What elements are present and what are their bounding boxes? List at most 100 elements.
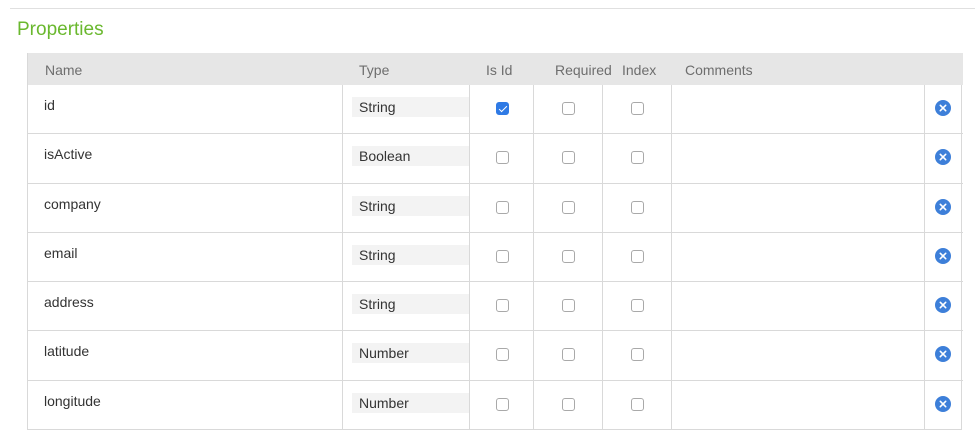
table-row: id String <box>28 85 963 135</box>
required-cell <box>534 282 603 331</box>
comments-cell[interactable] <box>672 331 925 380</box>
delete-cell <box>925 134 963 182</box>
table-row: longitude Number <box>28 380 963 431</box>
delete-row-button[interactable] <box>935 198 951 215</box>
required-cell <box>534 134 603 183</box>
property-name: company <box>44 195 101 212</box>
name-cell[interactable]: id <box>28 85 343 134</box>
header-name: Name <box>45 62 83 78</box>
type-cell: Boolean <box>343 134 470 183</box>
index-checkbox[interactable] <box>631 397 644 411</box>
index-cell <box>603 331 672 380</box>
property-name: address <box>44 294 94 311</box>
header-comments: Comments <box>685 62 753 78</box>
comments-cell[interactable] <box>672 282 925 331</box>
is-id-checkbox[interactable] <box>496 348 509 362</box>
comments-cell[interactable] <box>672 85 925 134</box>
delete-cell <box>925 233 963 281</box>
close-circle-icon <box>939 153 947 161</box>
type-cell: String <box>343 85 470 134</box>
table-row: latitude Number <box>28 331 963 381</box>
required-checkbox[interactable] <box>562 299 575 313</box>
required-cell <box>534 331 603 380</box>
comments-cell[interactable] <box>672 232 925 282</box>
type-field[interactable]: Number <box>352 392 469 413</box>
delete-row-button[interactable] <box>935 346 951 363</box>
comments-cell[interactable] <box>672 134 925 183</box>
name-cell[interactable]: longitude <box>28 380 343 431</box>
index-checkbox[interactable] <box>631 249 644 263</box>
delete-row-button[interactable] <box>935 395 951 412</box>
close-circle-icon <box>939 400 947 408</box>
property-name: longitude <box>44 392 101 409</box>
name-cell[interactable]: email <box>28 232 343 282</box>
type-cell: Number <box>343 380 470 431</box>
property-name: isActive <box>44 146 93 163</box>
required-checkbox[interactable] <box>562 102 575 115</box>
name-cell[interactable]: isActive <box>28 134 343 183</box>
type-field[interactable]: Number <box>352 343 469 364</box>
index-checkbox[interactable] <box>631 200 644 214</box>
is-id-cell <box>470 282 534 331</box>
is-id-checkbox[interactable] <box>496 397 509 411</box>
index-checkbox[interactable] <box>631 151 644 165</box>
type-field[interactable]: String <box>352 294 469 315</box>
properties-table: Name Type Is Id Required Index Comments … <box>27 53 963 431</box>
property-name: email <box>44 244 78 261</box>
table-body: id String isActive Boolean company String emai… <box>28 85 963 431</box>
type-field[interactable]: Boolean <box>352 146 469 167</box>
type-field[interactable]: String <box>352 195 469 216</box>
index-checkbox[interactable] <box>631 102 644 115</box>
section-title: Properties <box>17 19 104 40</box>
table-row: email String <box>28 232 963 283</box>
required-checkbox[interactable] <box>562 249 575 263</box>
required-checkbox[interactable] <box>562 151 575 165</box>
property-name: id <box>44 97 55 113</box>
name-cell[interactable]: latitude <box>28 331 343 380</box>
close-circle-icon <box>939 104 947 112</box>
header-required: Required <box>555 62 612 78</box>
type-cell: String <box>343 282 470 331</box>
index-cell <box>603 232 672 282</box>
is-id-checkbox[interactable] <box>496 151 509 165</box>
is-id-checkbox[interactable] <box>496 249 509 263</box>
index-cell <box>603 282 672 331</box>
required-cell <box>534 85 603 134</box>
is-id-cell <box>470 85 534 134</box>
delete-row-button[interactable] <box>935 149 951 166</box>
delete-cell <box>925 331 963 379</box>
delete-row-button[interactable] <box>935 297 951 314</box>
header-index: Index <box>622 62 657 78</box>
delete-cell <box>925 381 963 430</box>
is-id-cell <box>470 134 534 183</box>
required-checkbox[interactable] <box>562 348 575 362</box>
table-row: address String <box>28 282 963 332</box>
name-cell[interactable]: address <box>28 282 343 331</box>
is-id-cell <box>470 331 534 380</box>
type-cell: Number <box>343 331 470 380</box>
required-cell <box>534 232 603 282</box>
index-checkbox[interactable] <box>631 348 644 362</box>
is-id-checkbox[interactable] <box>496 102 509 115</box>
delete-row-button[interactable] <box>935 247 951 264</box>
type-field[interactable]: String <box>352 97 469 117</box>
required-checkbox[interactable] <box>562 397 575 411</box>
type-field[interactable]: String <box>352 244 469 265</box>
index-cell <box>603 85 672 134</box>
delete-cell <box>925 85 963 133</box>
close-circle-icon <box>939 350 947 358</box>
comments-cell[interactable] <box>672 183 925 232</box>
is-id-cell <box>470 232 534 282</box>
is-id-cell <box>470 183 534 232</box>
is-id-checkbox[interactable] <box>496 200 509 214</box>
index-checkbox[interactable] <box>631 299 644 313</box>
type-cell: String <box>343 232 470 282</box>
close-circle-icon <box>939 252 947 260</box>
name-cell[interactable]: company <box>28 183 343 232</box>
is-id-checkbox[interactable] <box>496 299 509 313</box>
type-cell: String <box>343 183 470 232</box>
comments-cell[interactable] <box>672 380 925 431</box>
top-divider <box>10 8 975 9</box>
required-checkbox[interactable] <box>562 200 575 214</box>
delete-row-button[interactable] <box>935 100 951 116</box>
